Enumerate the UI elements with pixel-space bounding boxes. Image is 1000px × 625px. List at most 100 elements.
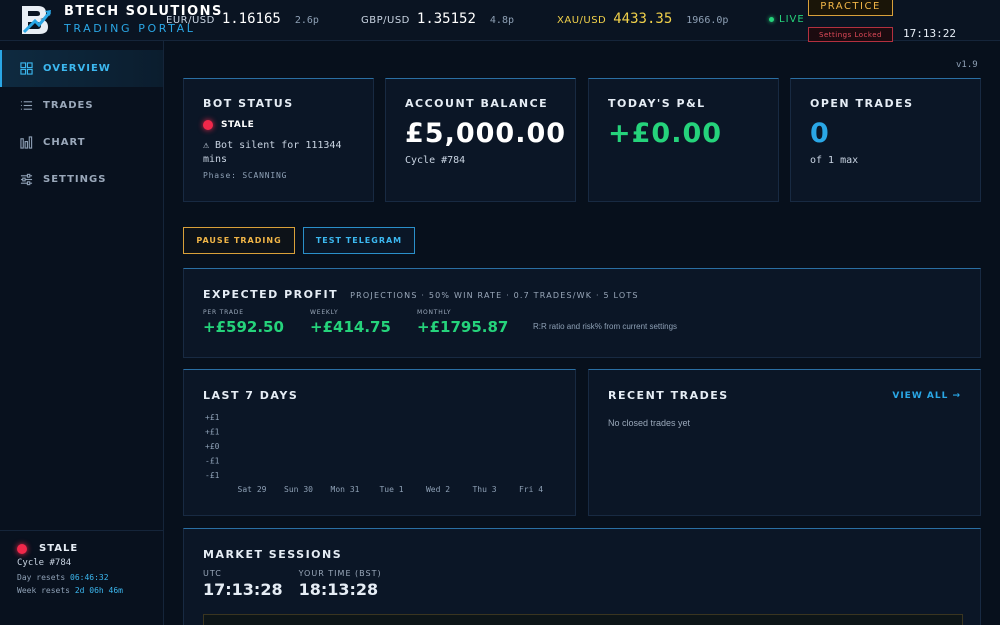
- last-7-days-card: LAST 7 DAYS +£1 +£1 +£0 -£1 -£1 Sat 29 Sun 30 M…: [183, 369, 576, 516]
- settings-locked-badge: Settings Locked: [808, 27, 893, 42]
- sidebar: OVERVIEW TRADES CHART SETTINGS STALE Cyc…: [0, 41, 164, 625]
- card-title: LAST 7 DAYS: [203, 389, 299, 402]
- header-clock: 17:13:22: [903, 27, 956, 40]
- profit-label: PER TRADE: [203, 309, 244, 316]
- account-cycle: Cycle #784: [405, 155, 466, 166]
- profit-per-trade: PER TRADE +£592.50: [203, 309, 310, 336]
- card-title: TODAY'S P&L: [608, 97, 706, 110]
- x-tick-label: Mon 31: [331, 485, 360, 494]
- card-title: EXPECTED PROFIT: [203, 288, 339, 301]
- practice-mode-badge[interactable]: PRACTICE: [808, 0, 893, 16]
- grid-icon: [20, 62, 33, 75]
- sidebar-item-settings[interactable]: SETTINGS: [0, 161, 163, 198]
- week-reset-value: 2d 06h 46m: [74, 586, 123, 595]
- live-indicator: LIVE: [769, 14, 805, 25]
- sidebar-item-overview[interactable]: OVERVIEW: [0, 50, 163, 87]
- ticker-spread: 2.6p: [294, 15, 319, 26]
- account-balance-value: £5,000.00: [405, 118, 567, 149]
- todays-pnl-card: TODAY'S P&L +£0.00: [588, 78, 779, 202]
- local-time: 18:13:28: [298, 580, 379, 599]
- y-tick-label: +£1: [205, 428, 220, 437]
- todays-pnl-value: +£0.00: [608, 118, 723, 149]
- local-session: YOUR TIME (BST) 18:13:28: [299, 569, 382, 599]
- utc-session: UTC 17:13:28: [203, 569, 283, 599]
- list-icon: [20, 101, 33, 110]
- utc-time: 17:13:28: [203, 580, 283, 599]
- utc-label: UTC: [203, 569, 222, 578]
- bar-chart-icon: [20, 136, 33, 149]
- top-bar: BTECH SOLUTIONS TRADING PORTAL EUR/USD 1…: [0, 0, 1000, 42]
- ticker-xauusd: XAU/USD 4433.35 1966.0p: [557, 11, 728, 27]
- x-tick-label: Wed 2: [426, 485, 450, 494]
- live-label: LIVE: [779, 14, 805, 25]
- ticker-spread: 1966.0p: [686, 15, 729, 26]
- x-tick-label: Thu 3: [472, 485, 496, 494]
- profit-value: +£592.50: [203, 318, 284, 336]
- local-label: YOUR TIME (BST): [298, 569, 382, 578]
- day-reset-label: Day resets: [17, 573, 66, 582]
- sidebar-item-label: TRADES: [43, 100, 94, 111]
- recent-trades-card: RECENT TRADES VIEW ALL → No closed trade…: [588, 369, 981, 516]
- profit-note: R:R ratio and risk% from current setting…: [533, 322, 678, 331]
- ticker-eurusd: EUR/USD 1.16165 2.6p: [166, 11, 319, 27]
- pause-trading-button[interactable]: PAUSE TRADING: [183, 227, 295, 254]
- market-sessions-card: MARKET SESSIONS UTC 17:13:28 YOUR TIME (…: [183, 528, 981, 625]
- x-tick-label: Fri 4: [519, 485, 543, 494]
- day-reset-value: 06:46:32: [70, 573, 109, 582]
- ticker-price: 1.16165: [221, 11, 281, 27]
- session-timeline-bar: [203, 614, 963, 625]
- x-tick-label: Tue 1: [379, 485, 403, 494]
- ticker-gbpusd: GBP/USD 1.35152 4.8p: [361, 11, 514, 27]
- card-title: OPEN TRADES: [810, 97, 914, 110]
- last-7-days-chart: +£1 +£1 +£0 -£1 -£1 Sat 29 Sun 30 Mon 31 Tue 1 We…: [205, 413, 543, 494]
- profit-monthly: MONTHLY +£1795.87: [417, 309, 525, 336]
- profit-value: +£414.75: [310, 318, 391, 336]
- sidebar-item-label: SETTINGS: [43, 174, 107, 185]
- y-tick-label: +£0: [205, 442, 220, 451]
- bot-state-label: STALE: [221, 120, 255, 130]
- ticker-pair: EUR/USD: [166, 15, 215, 26]
- profit-label: MONTHLY: [417, 309, 452, 316]
- live-dot-icon: [769, 17, 774, 22]
- account-balance-card: ACCOUNT BALANCE £5,000.00 Cycle #784: [385, 78, 576, 202]
- bot-state: STALE: [203, 120, 373, 130]
- open-trades-value: 0: [810, 118, 830, 149]
- x-tick-label: Sat 29: [238, 485, 267, 494]
- card-title: BOT STATUS: [203, 97, 294, 110]
- view-all-link[interactable]: VIEW ALL →: [892, 391, 961, 401]
- expected-profit-card: EXPECTED PROFIT PROJECTIONS · 50% WIN RA…: [183, 268, 981, 358]
- ticker-pair: GBP/USD: [361, 15, 410, 26]
- sidebar-bot-status: STALE Cycle #784 Day resets 06:46:32 Wee…: [0, 530, 163, 595]
- version-label: v1.9: [956, 60, 978, 70]
- x-tick-label: Sun 30: [284, 485, 313, 494]
- profit-label: WEEKLY: [310, 309, 339, 316]
- sliders-icon: [20, 173, 33, 186]
- sidebar-status-label: STALE: [39, 543, 79, 554]
- profit-projection-desc: PROJECTIONS · 50% WIN RATE · 0.7 TRADES/…: [350, 291, 639, 300]
- sidebar-item-trades[interactable]: TRADES: [0, 87, 163, 124]
- y-tick-label: -£1: [205, 457, 220, 466]
- card-title: ACCOUNT BALANCE: [405, 97, 549, 110]
- status-dot-icon: [17, 543, 27, 554]
- bot-status-card: BOT STATUS STALE ⚠ Bot silent for 111344…: [183, 78, 374, 202]
- sidebar-item-label: OVERVIEW: [43, 63, 111, 74]
- test-telegram-button[interactable]: TEST TELEGRAM: [303, 227, 415, 254]
- card-title: MARKET SESSIONS: [203, 548, 343, 561]
- brand-logo-icon: [22, 6, 52, 34]
- week-reset: Week resets 2d 06h 46m: [17, 586, 163, 595]
- week-reset-label: Week resets: [17, 586, 70, 595]
- sidebar-item-label: CHART: [43, 137, 86, 148]
- card-title: RECENT TRADES: [608, 389, 729, 402]
- ticker-pair: XAU/USD: [557, 15, 607, 26]
- empty-trades-message: No closed trades yet: [608, 418, 691, 428]
- bot-warning: ⚠ Bot silent for 111344 mins: [203, 140, 342, 165]
- open-trades-max: of 1 max: [810, 155, 859, 166]
- sidebar-cycle: Cycle #784: [17, 558, 72, 568]
- ticker-spread: 4.8p: [489, 15, 514, 26]
- status-dot-icon: [203, 120, 213, 130]
- y-tick-label: -£1: [205, 471, 220, 480]
- day-reset: Day resets 06:46:32: [17, 573, 163, 582]
- open-trades-card: OPEN TRADES 0 of 1 max: [790, 78, 981, 202]
- sidebar-item-chart[interactable]: CHART: [0, 124, 163, 161]
- profit-weekly: WEEKLY +£414.75: [310, 309, 417, 336]
